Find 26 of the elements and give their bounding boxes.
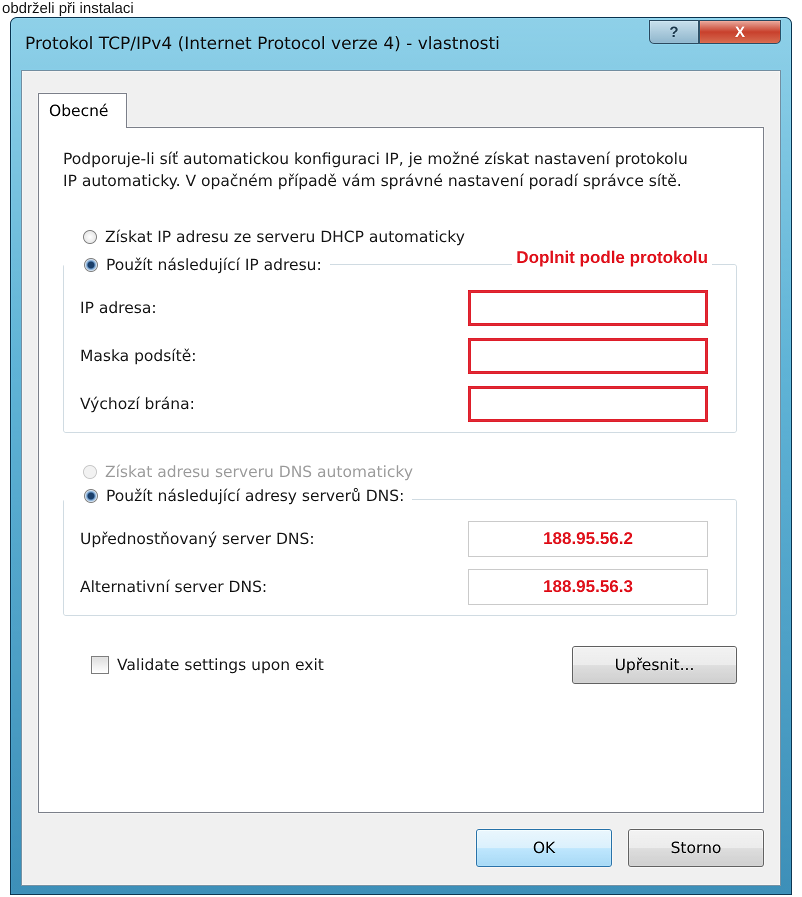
input-field[interactable]: 188.95.56.3 [468, 569, 708, 605]
window-title: Protokol TCP/IPv4 (Internet Protocol verze 4) - vlastnosti [24, 34, 500, 54]
input-field[interactable]: 188.95.56.2 [468, 521, 708, 557]
checkbox[interactable] [91, 656, 109, 674]
help-button[interactable]: ? [649, 20, 699, 44]
description-text: Podporuje-li síť automatickou konfiguraci IP, je možné získat nastavení protokolu IP automaticky. V opačném případě vám správné nastavení poradí správce sítě. [63, 149, 689, 192]
dialog-button[interactable]: OK [476, 829, 612, 867]
close-button[interactable]: X [699, 20, 781, 44]
input-field[interactable] [468, 290, 708, 326]
field-label: Výchozí brána: [80, 395, 195, 413]
radio-option[interactable]: Získat IP adresu ze serveru DHCP automaticky [63, 224, 465, 250]
input-field[interactable] [468, 338, 708, 374]
annotation-text: Doplnit podle protokolu [512, 248, 712, 268]
checkbox-option[interactable]: Validate settings upon exit [91, 656, 324, 674]
input-field[interactable] [468, 386, 708, 422]
dialog-button[interactable]: Storno [628, 829, 764, 867]
field-label: IP adresa: [80, 299, 157, 317]
radio-icon[interactable] [83, 230, 97, 244]
field-label: Maska podsítě: [80, 347, 196, 365]
radio-icon[interactable] [84, 489, 98, 503]
field-label: Upřednostňovaný server DNS: [80, 530, 315, 548]
field-label: Alternativní server DNS: [80, 578, 268, 596]
advanced-button[interactable]: Upřesnit... [572, 646, 737, 684]
caption-text: obdrželi při instalaci [1, 0, 135, 17]
tab[interactable]: Obecné [38, 93, 128, 128]
radio-icon[interactable] [84, 258, 98, 272]
